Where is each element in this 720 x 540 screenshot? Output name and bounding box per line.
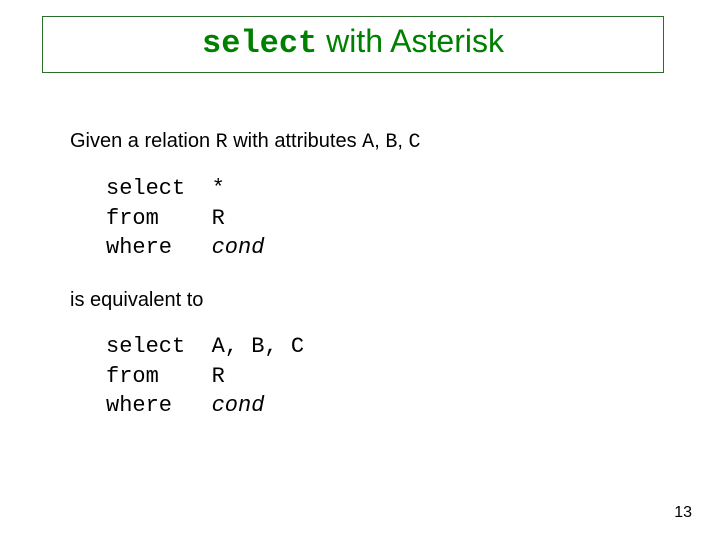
arg-r-1: R — [212, 206, 225, 231]
title-keyword: select — [202, 25, 317, 62]
code1-row1: select* — [106, 174, 650, 204]
code-block-1: select* fromR wherecond — [106, 174, 650, 263]
code1-row2: fromR — [106, 204, 650, 234]
arg-abc: A, B, C — [212, 334, 304, 359]
intro-text-2: with attributes — [228, 130, 363, 152]
arg-star: * — [212, 176, 225, 201]
slide: select with Asterisk Given a relation R … — [0, 0, 720, 540]
kw-select-1: select — [106, 174, 212, 204]
kw-where-1: where — [106, 233, 212, 263]
code-block-2: selectA, B, C fromR wherecond — [106, 332, 650, 421]
arg-r-2: R — [212, 364, 225, 389]
comma-2: , — [397, 130, 408, 152]
kw-from-2: from — [106, 362, 212, 392]
comma-1: , — [374, 130, 385, 152]
attr-c: C — [408, 131, 420, 154]
attr-a: A — [362, 131, 374, 154]
kw-from-1: from — [106, 204, 212, 234]
intro-line: Given a relation R with attributes A, B,… — [70, 130, 650, 154]
slide-body: Given a relation R with attributes A, B,… — [70, 130, 650, 447]
code1-row3: wherecond — [106, 233, 650, 263]
kw-select-2: select — [106, 332, 212, 362]
attr-b: B — [385, 131, 397, 154]
code2-row3: wherecond — [106, 391, 650, 421]
code2-row1: selectA, B, C — [106, 332, 650, 362]
arg-cond-1: cond — [212, 235, 265, 260]
page-number: 13 — [674, 504, 692, 522]
equivalent-line: is equivalent to — [70, 289, 650, 312]
code2-row2: fromR — [106, 362, 650, 392]
kw-where-2: where — [106, 391, 212, 421]
arg-cond-2: cond — [212, 393, 265, 418]
relation-name: R — [216, 131, 228, 154]
slide-title: select with Asterisk — [42, 16, 664, 73]
intro-text-1: Given a relation — [70, 130, 216, 152]
title-rest: with Asterisk — [317, 23, 504, 59]
